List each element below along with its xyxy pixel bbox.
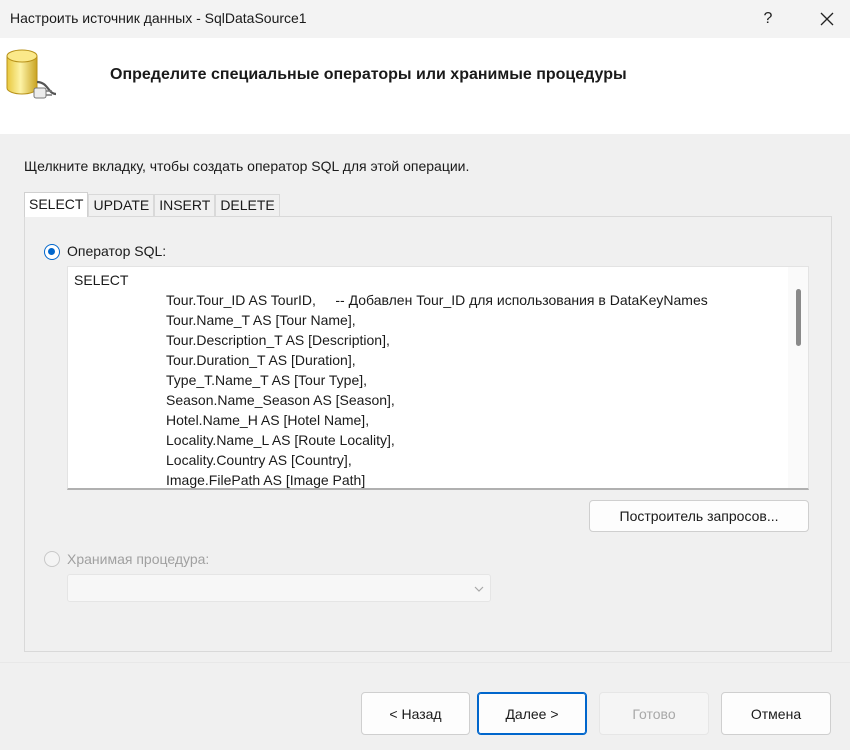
tab-insert[interactable]: INSERT: [154, 194, 216, 216]
close-button[interactable]: [804, 0, 850, 38]
back-button[interactable]: < Назад: [361, 692, 470, 735]
sql-line: SELECT: [74, 272, 129, 288]
sql-line: Tour.Name_T AS [Tour Name],: [166, 312, 356, 328]
sql-line: Image.FilePath AS [Image Path]: [166, 472, 366, 488]
sql-line: Tour.Description_T AS [Description],: [166, 332, 390, 348]
footer-divider: [0, 662, 850, 663]
sql-statement-label[interactable]: Оператор SQL:: [67, 243, 166, 259]
sql-line: Type_T.Name_T AS [Tour Type],: [166, 372, 368, 388]
database-connect-icon: [6, 49, 57, 99]
tab-select[interactable]: SELECT: [24, 192, 89, 217]
operation-tabs: SELECT UPDATE INSERT DELETE: [24, 192, 280, 217]
sql-statement-editor[interactable]: SELECT Tour.Tour_ID AS TourID, -- Добавл…: [67, 266, 809, 490]
title-bar: Настроить источник данных - SqlDataSourc…: [0, 0, 850, 38]
instruction-text: Щелкните вкладку, чтобы создать оператор…: [24, 158, 470, 174]
help-button[interactable]: ?: [745, 0, 791, 38]
tab-delete[interactable]: DELETE: [215, 194, 280, 216]
stored-procedure-radio[interactable]: [44, 551, 60, 567]
wizard-header: Определите специальные операторы или хра…: [0, 38, 850, 134]
tab-update[interactable]: UPDATE: [88, 194, 155, 216]
sql-scrollbar-thumb[interactable]: [796, 289, 801, 346]
query-builder-button[interactable]: Построитель запросов...: [589, 500, 809, 532]
window-title: Настроить источник данных - SqlDataSourc…: [10, 10, 307, 26]
close-icon: [820, 12, 834, 26]
sql-statement-radio[interactable]: [44, 244, 60, 260]
page-title: Определите специальные операторы или хра…: [110, 66, 627, 83]
sql-line: Locality.Name_L AS [Route Locality],: [166, 432, 395, 448]
sql-scrollbar[interactable]: [788, 267, 808, 488]
stored-procedure-select[interactable]: [67, 574, 491, 602]
help-icon: ?: [763, 10, 773, 27]
sql-line: Locality.Country AS [Country],: [166, 452, 352, 468]
chevron-down-icon: [474, 586, 484, 592]
stored-procedure-label: Хранимая процедура:: [67, 551, 210, 567]
cancel-button[interactable]: Отмена: [721, 692, 831, 735]
finish-button: Готово: [599, 692, 709, 735]
sql-line: Tour.Duration_T AS [Duration],: [166, 352, 356, 368]
sql-line: Hotel.Name_H AS [Hotel Name],: [166, 412, 370, 428]
next-button[interactable]: Далее >: [477, 692, 587, 735]
sql-line: Tour.Tour_ID AS TourID, -- Добавлен Tour…: [166, 292, 708, 308]
sql-line: Season.Name_Season AS [Season],: [166, 392, 395, 408]
